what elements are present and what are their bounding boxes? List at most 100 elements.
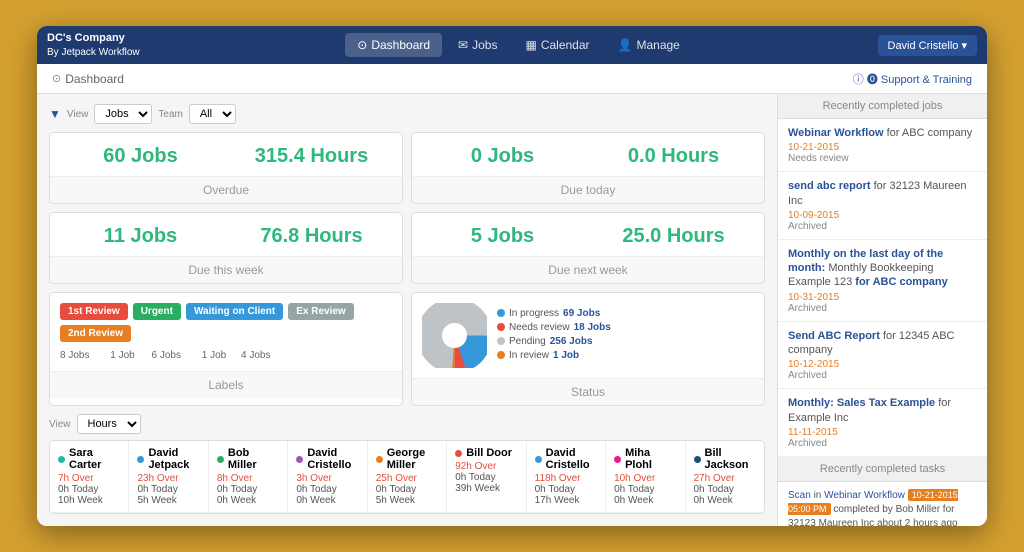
employee-name: Bill Jackson bbox=[694, 447, 756, 471]
support-link[interactable]: ⓘ ⓿ Support & Training bbox=[853, 71, 972, 87]
question-icon: ⓘ bbox=[853, 74, 864, 86]
employee-week: 0h Week bbox=[614, 495, 676, 506]
employee-col: David Cristello 3h Over 0h Today 0h Week bbox=[288, 441, 367, 512]
employee-dot bbox=[455, 450, 462, 457]
due-today-hours-count: 0.0 Hours bbox=[593, 145, 754, 168]
employee-over: 92h Over bbox=[455, 461, 517, 472]
employee-name: George Miller bbox=[376, 447, 438, 471]
employee-dot bbox=[58, 456, 65, 463]
right-panel: Recently completed jobs Webinar Workflow… bbox=[777, 94, 987, 526]
filter-icon: ▼ bbox=[49, 107, 61, 121]
nav-manage[interactable]: 👤 Manage bbox=[606, 33, 692, 57]
employee-over: 118h Over bbox=[535, 473, 597, 484]
label-ex-review[interactable]: Ex Review bbox=[288, 303, 353, 320]
overdue-hours-count: 315.4 Hours bbox=[231, 145, 392, 168]
status-card: In progress 69 Jobs Needs review 18 Jobs… bbox=[411, 292, 765, 406]
view-bar: View Hours bbox=[49, 414, 765, 434]
employee-today: 0h Today bbox=[535, 484, 597, 495]
nav-dashboard-label: Dashboard bbox=[371, 38, 430, 52]
job-4-date: 10-12-2015 bbox=[788, 359, 977, 370]
nav-calendar[interactable]: ▦ Calendar bbox=[513, 33, 601, 57]
nav-manage-label: Manage bbox=[636, 38, 679, 52]
status-legend: In progress 69 Jobs Needs review 18 Jobs… bbox=[497, 308, 611, 364]
status-footer: Status bbox=[412, 378, 764, 405]
employee-today: 0h Today bbox=[58, 484, 120, 495]
employee-over: 27h Over bbox=[694, 473, 756, 484]
job-5-date: 11-11-2015 bbox=[788, 427, 977, 438]
employee-week: 39h Week bbox=[455, 483, 517, 494]
job-item-4[interactable]: Send ABC Report for 12345 ABC company 10… bbox=[778, 322, 987, 390]
employee-dot bbox=[137, 456, 144, 463]
employee-over: 25h Over bbox=[376, 473, 438, 484]
due-next-week-values: 5 Jobs 25.0 Hours bbox=[412, 213, 764, 256]
job-item-3[interactable]: Monthly on the last day of the month: Mo… bbox=[778, 240, 987, 322]
stat-card-due-week: 11 Jobs 76.8 Hours Due this week bbox=[49, 212, 403, 284]
job-1-title: Webinar Workflow for ABC company bbox=[788, 126, 977, 140]
team-filter-select[interactable]: All bbox=[189, 104, 236, 124]
employee-col: David Jetpack 23h Over 0h Today 5h Week bbox=[129, 441, 208, 512]
nav-dashboard[interactable]: ⊙ Dashboard bbox=[345, 33, 442, 57]
hours-table: Sara Carter 7h Over 0h Today 10h Week Da… bbox=[49, 440, 765, 514]
due-week-hours-count: 76.8 Hours bbox=[231, 225, 392, 248]
employee-dot bbox=[535, 456, 542, 463]
employee-name: Bob Miller bbox=[217, 447, 279, 471]
legend-needs-review: Needs review 18 Jobs bbox=[497, 322, 611, 333]
team-filter-label: Team bbox=[158, 109, 182, 120]
label-urgent[interactable]: Urgent bbox=[133, 303, 181, 320]
status-content: In progress 69 Jobs Needs review 18 Jobs… bbox=[412, 293, 764, 378]
label-tags: 1st Review Urgent Waiting on Client Ex R… bbox=[60, 303, 392, 342]
job-1-date: 10-21-2015 bbox=[788, 142, 977, 153]
label-waiting[interactable]: Waiting on Client bbox=[186, 303, 283, 320]
stat-card-due-next-week: 5 Jobs 25.0 Hours Due next week bbox=[411, 212, 765, 284]
in-review-count: 1 Job bbox=[553, 350, 579, 361]
employee-week: 17h Week bbox=[535, 495, 597, 506]
due-next-week-label: Due next week bbox=[412, 256, 764, 283]
employee-col: George Miller 25h Over 0h Today 5h Week bbox=[368, 441, 447, 512]
due-today-jobs-count: 0 Jobs bbox=[422, 145, 583, 168]
hours-view-select[interactable]: Hours bbox=[77, 414, 141, 434]
job-item-1[interactable]: Webinar Workflow for ABC company 10-21-2… bbox=[778, 119, 987, 172]
due-next-week-hours: 25.0 Hours bbox=[593, 225, 754, 248]
due-week-jobs-count: 11 Jobs bbox=[60, 225, 221, 248]
due-week-label: Due this week bbox=[50, 256, 402, 283]
in-review-label: In review bbox=[509, 350, 549, 361]
job-item-2[interactable]: send abc report for 32123 Maureen Inc 10… bbox=[778, 172, 987, 240]
due-week-jobs: 11 Jobs bbox=[60, 225, 221, 248]
labels-content: 1st Review Urgent Waiting on Client Ex R… bbox=[50, 293, 402, 371]
employee-col: David Cristello 118h Over 0h Today 17h W… bbox=[527, 441, 606, 512]
in-progress-dot bbox=[497, 309, 505, 317]
job-5-title: Monthly: Sales Tax Example for Example I… bbox=[788, 396, 977, 425]
left-panel: ▼ View Jobs Team All 60 Jobs bbox=[37, 94, 777, 526]
employee-name: David Jetpack bbox=[137, 447, 199, 471]
task-item-1[interactable]: Scan in Webinar Workflow 10-21-2015 05:0… bbox=[778, 482, 987, 526]
label-ex-review-count: 1 Job bbox=[202, 350, 226, 361]
employee-name: David Cristello bbox=[296, 447, 358, 471]
brand-company: DC's Company bbox=[47, 31, 140, 45]
overdue-jobs: 60 Jobs bbox=[60, 145, 221, 168]
recently-completed-jobs-title: Recently completed jobs bbox=[778, 94, 987, 119]
employee-dot bbox=[376, 456, 383, 463]
view-filter-label: View bbox=[67, 109, 89, 120]
overdue-values: 60 Jobs 315.4 Hours bbox=[50, 133, 402, 176]
label-2nd-review[interactable]: 2nd Review bbox=[60, 325, 131, 342]
job-3-date: 10-31-2015 bbox=[788, 292, 977, 303]
employee-name: David Cristello bbox=[535, 447, 597, 471]
due-week-hours: 76.8 Hours bbox=[231, 225, 392, 248]
employee-dot bbox=[217, 456, 224, 463]
job-item-5[interactable]: Monthly: Sales Tax Example for Example I… bbox=[778, 389, 987, 457]
legend-in-review: In review 1 Job bbox=[497, 350, 611, 361]
employee-week: 5h Week bbox=[376, 495, 438, 506]
job-3-title: Monthly on the last day of the month: Mo… bbox=[788, 247, 977, 290]
user-menu-button[interactable]: David Cristello ▾ bbox=[878, 35, 978, 56]
in-progress-count: 69 Jobs bbox=[563, 308, 600, 319]
nav-jobs[interactable]: ✉ Jobs bbox=[446, 33, 509, 57]
stats-grid: 60 Jobs 315.4 Hours Overdue 0 Jobs bbox=[49, 132, 765, 284]
employee-col: Miha Plohl 10h Over 0h Today 0h Week bbox=[606, 441, 685, 512]
due-next-week-jobs: 5 Jobs bbox=[422, 225, 583, 248]
due-next-week-hours-count: 25.0 Hours bbox=[593, 225, 754, 248]
employee-over: 3h Over bbox=[296, 473, 358, 484]
employee-col: Sara Carter 7h Over 0h Today 10h Week bbox=[50, 441, 129, 512]
employee-today: 0h Today bbox=[376, 484, 438, 495]
view-filter-select[interactable]: Jobs bbox=[94, 104, 152, 124]
label-1st-review[interactable]: 1st Review bbox=[60, 303, 128, 320]
